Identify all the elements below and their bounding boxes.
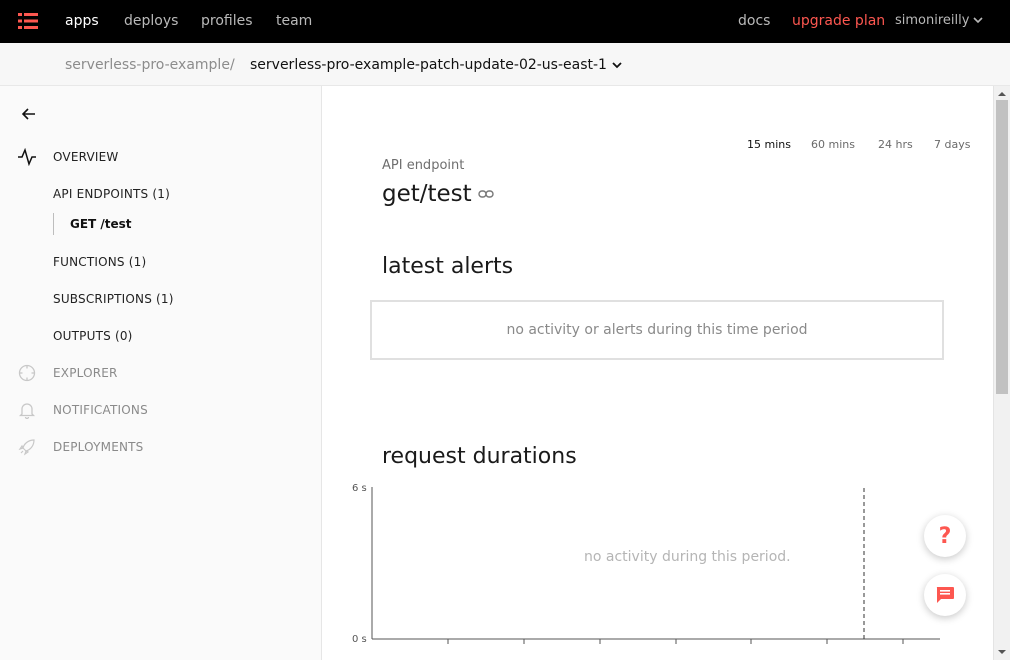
request-durations-chart xyxy=(371,487,940,644)
range-24-hrs[interactable]: 24 hrs xyxy=(878,138,913,151)
chat-icon xyxy=(936,587,954,603)
alerts-empty-box: no activity or alerts during this time p… xyxy=(370,300,944,360)
activity-pulse-icon xyxy=(18,148,36,166)
nav-docs[interactable]: docs xyxy=(738,13,770,29)
alerts-empty-message: no activity or alerts during this time p… xyxy=(506,322,808,338)
compass-icon xyxy=(18,364,36,382)
serverless-logo-icon[interactable] xyxy=(18,12,38,30)
durations-empty-message: no activity during this period. xyxy=(584,549,791,565)
sidebar-item-functions[interactable]: FUNCTIONS (1) xyxy=(53,255,146,269)
latest-alerts-title: latest alerts xyxy=(382,254,514,279)
nav-apps[interactable]: apps xyxy=(65,13,99,29)
sidebar-item-notifications[interactable]: NOTIFICATIONS xyxy=(53,403,148,417)
page-title: get/test xyxy=(382,181,494,207)
bell-icon xyxy=(18,403,36,419)
endpoint-subtitle: API endpoint xyxy=(382,158,465,173)
breadcrumb-separator: / xyxy=(230,57,235,73)
top-nav: apps deploys profiles team docs upgrade … xyxy=(0,0,1010,43)
sidebar-item-explorer[interactable]: EXPLORER xyxy=(53,366,118,380)
range-15-mins[interactable]: 15 mins xyxy=(747,138,791,151)
nav-profiles[interactable]: profiles xyxy=(201,13,253,29)
sidebar-item-overview[interactable]: OVERVIEW xyxy=(53,150,119,164)
link-icon[interactable] xyxy=(477,189,494,199)
main-scrollbar[interactable] xyxy=(993,86,1010,660)
request-durations-title: request durations xyxy=(382,444,577,469)
chevron-down-icon xyxy=(973,17,984,24)
user-menu[interactable]: simonireilly xyxy=(895,13,984,28)
sidebar-item-get-test[interactable]: GET /test xyxy=(53,213,132,235)
question-mark-icon: ? xyxy=(938,523,952,549)
range-60-mins[interactable]: 60 mins xyxy=(811,138,855,151)
breadcrumb-service: serverless-pro-example-patch-update-02-u… xyxy=(250,57,607,73)
range-7-days[interactable]: 7 days xyxy=(934,138,970,151)
chat-button[interactable] xyxy=(924,574,966,616)
nav-deploys[interactable]: deploys xyxy=(124,13,178,29)
breadcrumb: serverless-pro-example / serverless-pro-… xyxy=(0,43,1010,86)
back-arrow-icon[interactable] xyxy=(22,108,36,120)
breadcrumb-service-dropdown[interactable]: serverless-pro-example-patch-update-02-u… xyxy=(250,57,622,73)
main-content: 15 mins 60 mins 24 hrs 7 days API endpoi… xyxy=(322,86,993,660)
nav-team[interactable]: team xyxy=(276,13,312,29)
sidebar-item-deployments[interactable]: DEPLOYMENTS xyxy=(53,440,144,454)
rocket-icon xyxy=(18,439,35,456)
endpoint-title: get/test xyxy=(382,181,472,207)
nav-upgrade-plan[interactable]: upgrade plan xyxy=(792,13,885,29)
chart-x-ticks xyxy=(447,639,904,644)
user-name: simonireilly xyxy=(895,13,970,28)
scroll-up-arrow-icon[interactable] xyxy=(997,89,1007,99)
help-button[interactable]: ? xyxy=(924,515,966,557)
sidebar-item-api-endpoints[interactable]: API ENDPOINTS (1) xyxy=(53,187,170,201)
breadcrumb-app[interactable]: serverless-pro-example xyxy=(65,57,230,73)
sidebar-item-outputs[interactable]: OUTPUTS (0) xyxy=(53,329,133,343)
chevron-down-icon xyxy=(612,61,622,68)
sidebar: OVERVIEW API ENDPOINTS (1) GET /test FUN… xyxy=(0,86,322,660)
sidebar-item-subscriptions[interactable]: SUBSCRIPTIONS (1) xyxy=(53,292,174,306)
scrollbar-thumb[interactable] xyxy=(996,100,1008,394)
scroll-down-arrow-icon[interactable] xyxy=(997,647,1007,657)
